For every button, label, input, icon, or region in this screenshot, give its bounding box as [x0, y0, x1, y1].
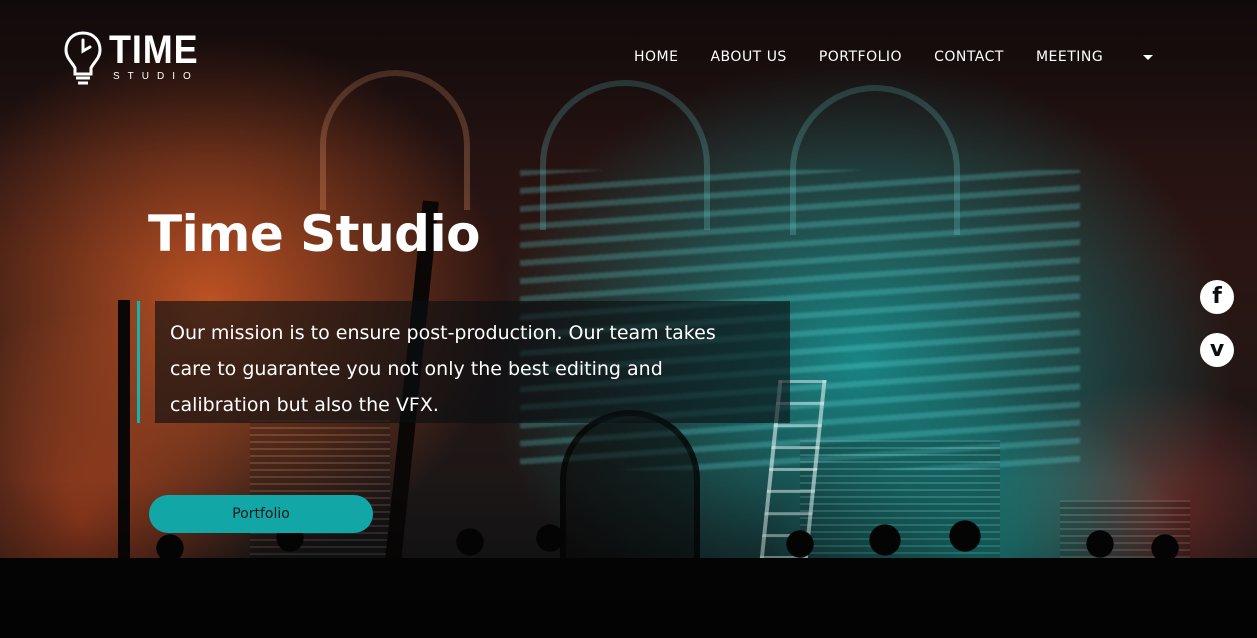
main-nav: HOME ABOUT US PORTFOLIO CONTACT MEETING [634, 49, 1154, 65]
brand-name: TIME [109, 28, 199, 72]
lightbulb-clock-icon [64, 31, 102, 85]
nav-portfolio[interactable]: PORTFOLIO [819, 49, 902, 65]
dropdown-caret-icon[interactable] [1143, 54, 1154, 60]
vimeo-link[interactable]: v [1200, 333, 1234, 367]
facebook-icon: f [1212, 284, 1222, 309]
nav-about-us[interactable]: ABOUT US [710, 49, 786, 65]
vimeo-icon: v [1209, 337, 1225, 362]
brand-logo[interactable]: TIME STUDIO [63, 30, 209, 86]
hero-section: TIME STUDIO HOME ABOUT US PORTFOLIO CONT… [0, 0, 1257, 638]
mission-accent-bar [137, 301, 140, 423]
nav-meeting[interactable]: MEETING [1036, 49, 1103, 65]
brand-wordmark: TIME STUDIO [109, 30, 209, 82]
mission-text: Our mission is to ensure post-production… [170, 322, 716, 416]
portfolio-button[interactable]: Portfolio [149, 495, 373, 533]
nav-contact[interactable]: CONTACT [934, 49, 1004, 65]
nav-home[interactable]: HOME [634, 49, 678, 65]
facebook-link[interactable]: f [1200, 280, 1234, 314]
hero-title: Time Studio [148, 205, 480, 263]
brand-sub: STUDIO [113, 71, 199, 82]
mission-box: Our mission is to ensure post-production… [155, 301, 790, 423]
